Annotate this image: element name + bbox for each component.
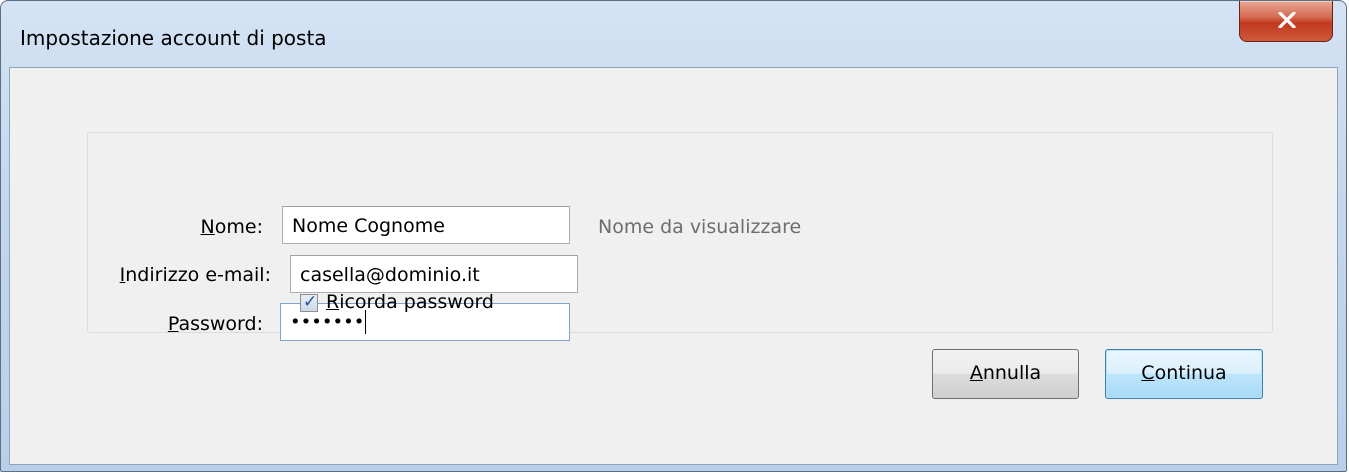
- title-bar[interactable]: Impostazione account di posta: [1, 1, 1346, 67]
- dialog-window: Impostazione account di posta Nome: Nome…: [0, 0, 1347, 472]
- checkmark-icon: ✓: [303, 292, 318, 312]
- remember-password-checkbox-box[interactable]: ✓: [300, 292, 318, 312]
- password-label: Password:: [167, 313, 263, 335]
- close-button[interactable]: [1239, 1, 1333, 42]
- window-title: Impostazione account di posta: [20, 26, 327, 50]
- name-hint: Nome da visualizzare: [598, 216, 802, 238]
- name-label-rest: ome:: [214, 216, 263, 238]
- name-label: Nome:: [200, 216, 263, 238]
- dialog-content: Nome: Nome Cognome Nome da visualizzare …: [9, 67, 1338, 465]
- remember-password-label[interactable]: Ricorda password: [326, 291, 494, 313]
- continue-button[interactable]: Continua: [1105, 349, 1263, 399]
- close-icon: [1278, 12, 1296, 28]
- text-caret: [365, 310, 367, 334]
- email-label-rest: ndirizzo e-mail:: [125, 264, 271, 286]
- email-label: Indirizzo e-mail:: [119, 264, 271, 286]
- email-field[interactable]: casella@dominio.it: [290, 255, 578, 293]
- cancel-button-label-rest: nnulla: [982, 362, 1042, 384]
- password-label-rest: assword:: [178, 313, 263, 335]
- cancel-button[interactable]: Annulla: [932, 349, 1079, 399]
- continue-button-label-rest: ontinua: [1154, 362, 1227, 384]
- password-masked-value: •••••••: [290, 311, 365, 333]
- remember-password-label-rest: icorda password: [339, 291, 494, 313]
- name-field[interactable]: Nome Cognome: [282, 206, 570, 244]
